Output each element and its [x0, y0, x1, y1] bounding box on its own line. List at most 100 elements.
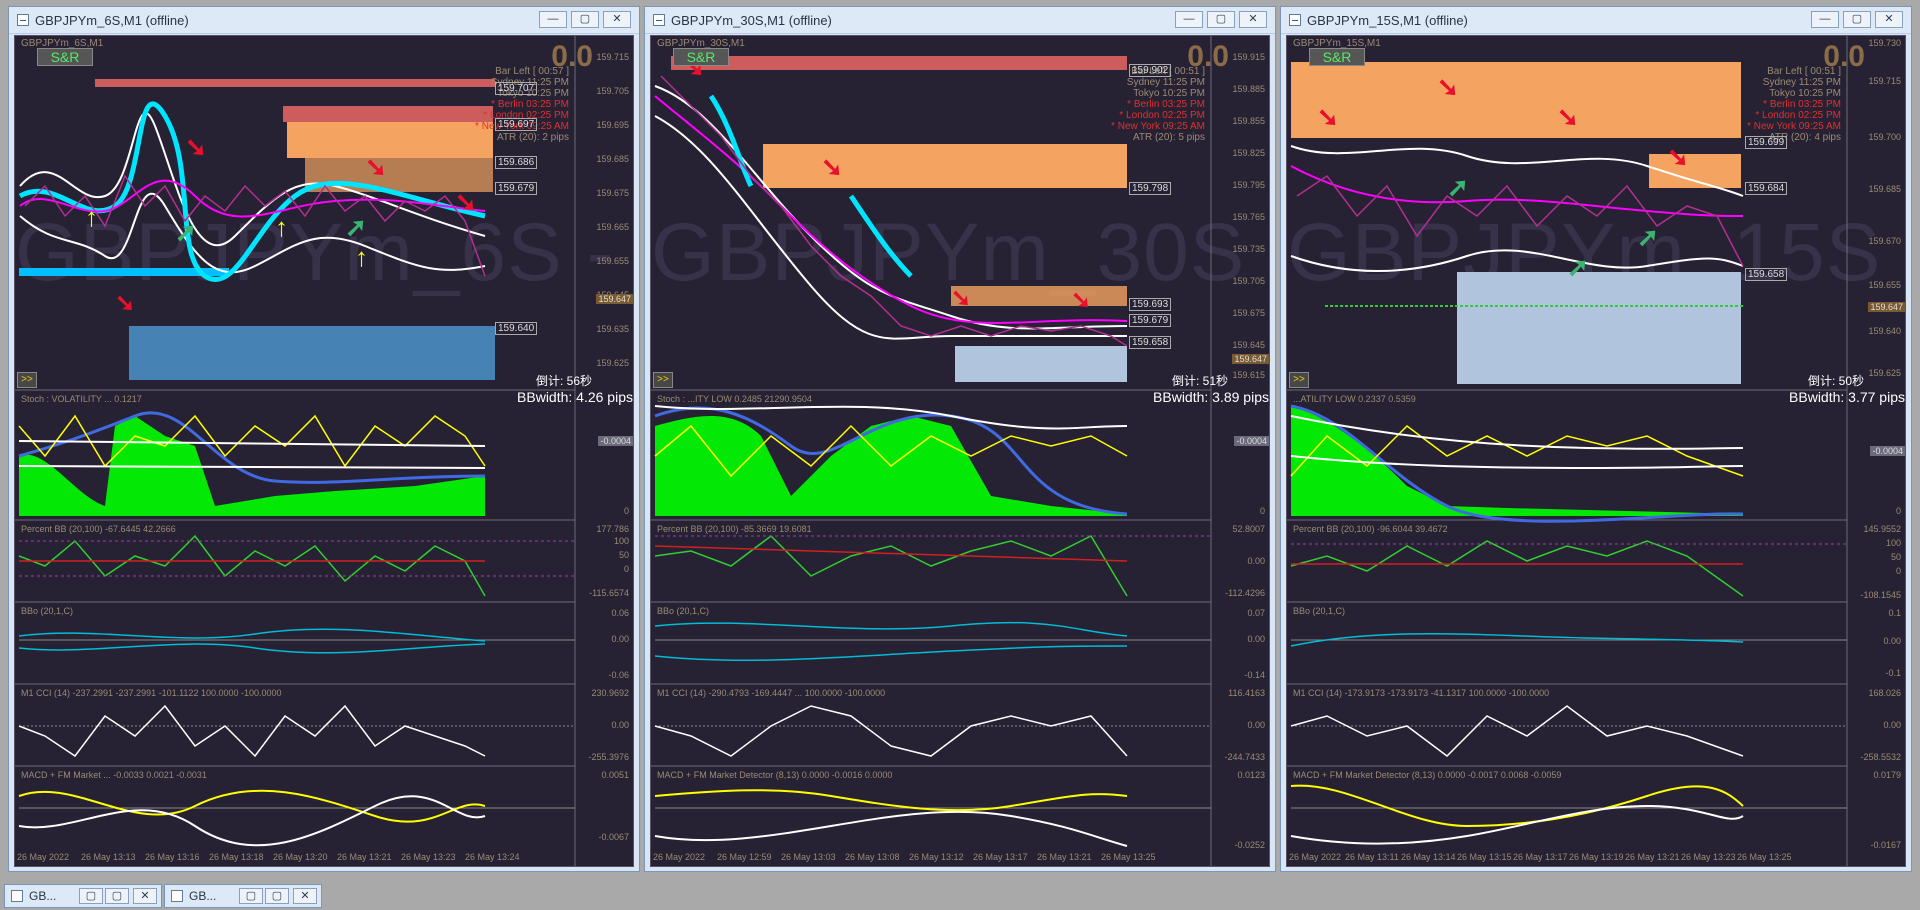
chart-area[interactable]: GBPJPYm_6S - ➘ ➘ ➘ ➘ ➚ ➚ ↑ ↑ ↑ GBPJPYm_6… — [14, 35, 634, 867]
indicator-label: ...ATILITY LOW 0.2337 0.5359 — [1293, 394, 1416, 404]
minimize-button[interactable]: — — [539, 11, 567, 28]
indicator-label: BBo (20,1,C) — [657, 606, 710, 616]
indicator-axis: -0.14 — [1244, 670, 1265, 680]
price-axis-label: 159.795 — [1232, 180, 1265, 190]
close-button[interactable]: ✕ — [293, 888, 317, 904]
atr-readout: ATR (20): 5 pips — [1132, 132, 1205, 143]
price-axis-label: 159.670 — [1868, 236, 1901, 246]
maximize-button[interactable]: ▢ — [105, 888, 129, 904]
time-axis-label: 26 May 13:21 — [1037, 852, 1092, 862]
level-tag: 159.699 — [1745, 136, 1788, 149]
time-axis-label: 26 May 13:16 — [145, 852, 200, 862]
svg-text:➚: ➚ — [1567, 252, 1589, 282]
time-axis-label: 26 May 13:08 — [845, 852, 900, 862]
price-axis-label: 159.685 — [1868, 184, 1901, 194]
maximize-button[interactable]: ▢ — [1207, 11, 1235, 28]
indicator-axis: 0.0179 — [1873, 770, 1901, 780]
session-info: Bar Left [ 00:51 ] Sydney 11:25 PM Tokyo… — [1747, 66, 1841, 143]
indicator-label: M1 CCI (14) -173.9173 -173.9173 -41.1317… — [1293, 688, 1550, 698]
maximize-button[interactable]: ▢ — [1843, 11, 1871, 28]
sr-button[interactable]: S&R — [1309, 48, 1365, 66]
price-axis-label: 159.715 — [596, 52, 629, 62]
close-button[interactable]: ✕ — [1239, 11, 1267, 28]
chart-window-30s[interactable]: GBPJPYm_30S,M1 (offline) — ▢ ✕ GBPJPYm_3… — [644, 6, 1276, 872]
minimized-window[interactable]: GB... ▢ ▢ ✕ — [4, 884, 162, 908]
price-axis-label: 159.855 — [1232, 116, 1265, 126]
indicator-axis: -115.6574 — [589, 588, 629, 598]
chart-window-6s[interactable]: GBPJPYm_6S,M1 (offline) — ▢ ✕ GBPJPYm_6S… — [8, 6, 640, 872]
indicator-axis: 0.0123 — [1237, 770, 1265, 780]
indicator-axis: -255.3976 — [588, 752, 629, 762]
city-berlin: * Berlin 03:25 PM — [1763, 99, 1841, 110]
maximize-button[interactable]: ▢ — [571, 11, 599, 28]
time-axis-label: 26 May 13:20 — [273, 852, 328, 862]
chart-icon — [171, 890, 183, 902]
minimized-window[interactable]: GB... ▢ ▢ ✕ — [164, 884, 322, 908]
session-info: Bar Left [ 00:57 ] Sydney 11:25 PM Tokyo… — [475, 66, 569, 143]
price-axis-label: 159.665 — [596, 222, 629, 232]
bbwidth-readout: 倒计: 50秒 BBwidth: 3.77 pips — [1787, 372, 1905, 405]
window-title: GB... — [29, 889, 57, 903]
price-axis-label: 159.635 — [596, 324, 629, 334]
expand-button[interactable]: >> — [17, 372, 37, 388]
indicator-axis: 0.00 — [1247, 556, 1265, 566]
level-tag: 159.658 — [1745, 268, 1788, 281]
minimize-button[interactable]: — — [1175, 11, 1203, 28]
chart-icon — [1289, 14, 1301, 26]
indicator-axis: 0.1 — [1888, 608, 1901, 618]
level-tag: 159.902 — [1129, 64, 1172, 77]
restore-button[interactable]: ▢ — [79, 888, 103, 904]
restore-button[interactable]: ▢ — [239, 888, 263, 904]
city-berlin: * Berlin 03:25 PM — [1127, 99, 1205, 110]
indicator-axis: -244.7433 — [1224, 752, 1265, 762]
indicator-axis: 0.00 — [1883, 720, 1901, 730]
price-axis-label: 159.640 — [1868, 326, 1901, 336]
svg-text:➘: ➘ — [1437, 72, 1459, 102]
level-tag: 159.658 — [1129, 336, 1172, 349]
price-axis-label: 159.655 — [1868, 280, 1901, 290]
indicator-axis: 100 — [1885, 538, 1901, 548]
time-axis-label: 26 May 13:12 — [909, 852, 964, 862]
svg-text:➘: ➘ — [455, 187, 477, 217]
time-axis-label: 26 May 12:59 — [717, 852, 772, 862]
expand-button[interactable]: >> — [1289, 372, 1309, 388]
close-button[interactable]: ✕ — [1875, 11, 1903, 28]
chart-canvas: ➘ ➘ ➘ ➘ — [651, 36, 1212, 866]
maximize-button[interactable]: ▢ — [265, 888, 289, 904]
indicator-axis: 0 — [1259, 506, 1265, 516]
session-info: Bar Left [ 00:51 ] Sydney 11:25 PM Tokyo… — [1111, 66, 1205, 143]
indicator-axis: -0.0067 — [598, 832, 629, 842]
close-button[interactable]: ✕ — [603, 11, 631, 28]
indicator-axis: 0.06 — [611, 608, 629, 618]
sr-button[interactable]: S&R — [673, 48, 729, 66]
svg-text:➘: ➘ — [821, 152, 843, 182]
indicator-axis: 0.00 — [1883, 636, 1901, 646]
city-newyork: * New York 09:25 AM — [1747, 121, 1841, 132]
indicator-axis: -0.06 — [608, 670, 629, 680]
level-tag: 159.707 — [495, 82, 538, 95]
indicator-axis: 0 — [623, 564, 629, 574]
window-title: GB... — [189, 889, 217, 903]
sr-button[interactable]: S&R — [37, 48, 93, 66]
indicator-tag: -0.0004 — [1234, 436, 1269, 446]
chart-window-15s[interactable]: GBPJPYm_15S,M1 (offline) — ▢ ✕ GBPJPYm_1… — [1280, 6, 1912, 872]
svg-text:➘: ➘ — [115, 290, 135, 317]
minimize-button[interactable]: — — [1811, 11, 1839, 28]
time-axis-label: 26 May 13:24 — [465, 852, 520, 862]
level-tag: 159.640 — [495, 322, 538, 335]
chart-area[interactable]: GBPJPYm_30S - ➘ ➘ ➘ ➘ GBPJPYm_30S,M1 S&R… — [650, 35, 1270, 867]
indicator-axis: 0 — [1895, 566, 1901, 576]
indicator-label: M1 CCI (14) -290.4793 -169.4447 ... 100.… — [657, 688, 886, 698]
expand-button[interactable]: >> — [653, 372, 673, 388]
time-axis-label: 26 May 13:17 — [1513, 852, 1568, 862]
indicator-label: BBo (20,1,C) — [21, 606, 74, 616]
chart-area[interactable]: GBPJPYm_15S - ➘ ➘ ➘ ➘ ➚ ➚ ➚ GBPJPYm_15S,… — [1286, 35, 1906, 867]
city-tokyo: Tokyo 10:25 PM — [1769, 88, 1841, 99]
close-button[interactable]: ✕ — [133, 888, 157, 904]
indicator-axis: 145.9552 — [1863, 524, 1901, 534]
title-bar[interactable]: GBPJPYm_30S,M1 (offline) — ▢ ✕ — [645, 7, 1275, 34]
title-bar[interactable]: GBPJPYm_15S,M1 (offline) — ▢ ✕ — [1281, 7, 1911, 34]
countdown: 倒计: 51秒 — [1171, 374, 1229, 388]
title-bar[interactable]: GBPJPYm_6S,M1 (offline) — ▢ ✕ — [9, 7, 639, 34]
time-axis-label: 26 May 13:18 — [209, 852, 264, 862]
